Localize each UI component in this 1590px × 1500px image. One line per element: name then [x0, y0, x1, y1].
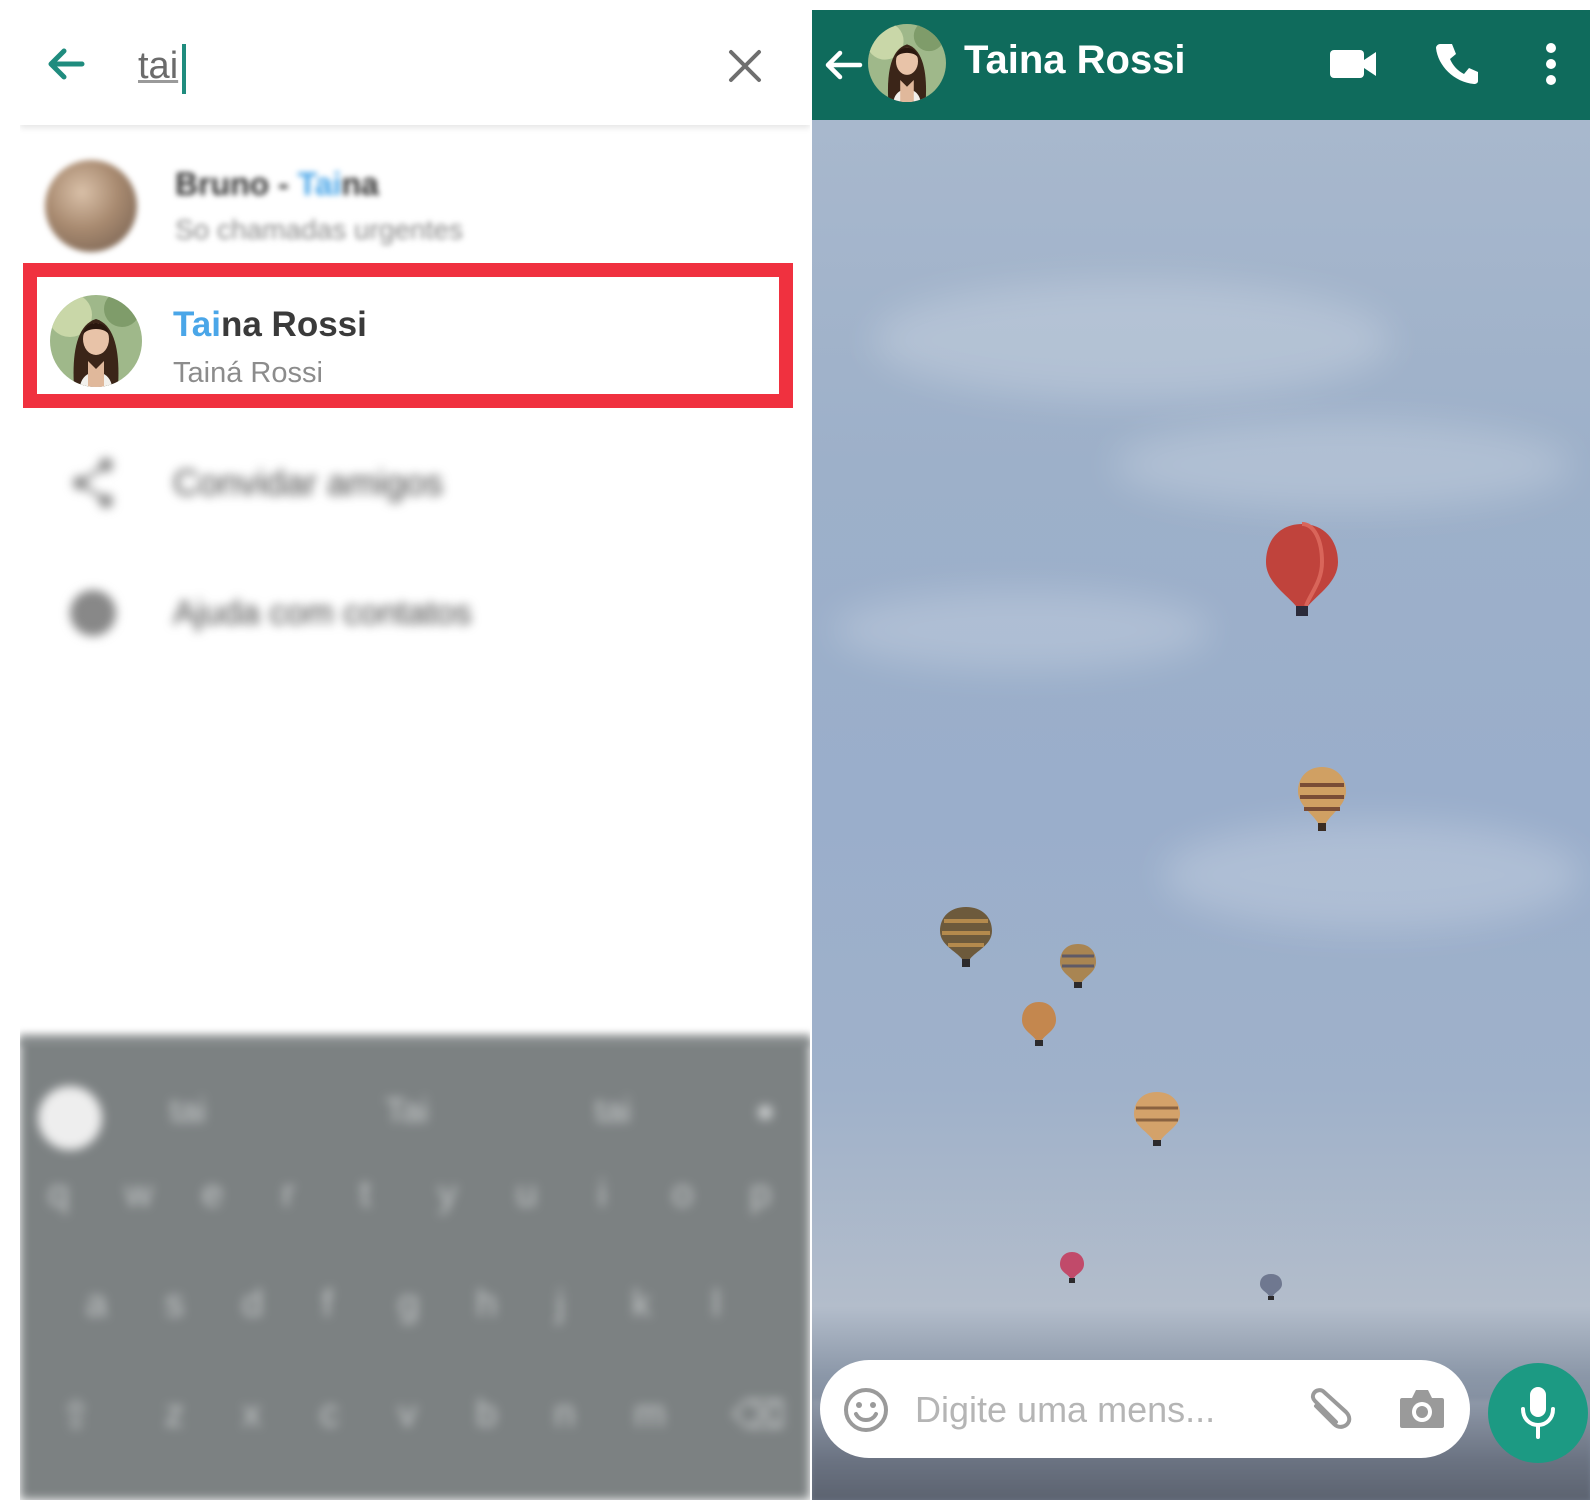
search-input[interactable] [138, 38, 698, 94]
help-contacts-item[interactable]: Ajuda com contatos [20, 582, 810, 662]
keyboard-key[interactable]: z [165, 1393, 184, 1436]
chat-wallpaper [812, 120, 1590, 1500]
camera-icon[interactable] [1398, 1386, 1446, 1432]
keyboard-key[interactable]: v [398, 1393, 417, 1436]
keyboard-key[interactable]: n [554, 1393, 575, 1436]
keyboard-row-3: ⇧ z x c v b n m ⌫ [20, 1393, 810, 1453]
keyboard-key[interactable]: l [712, 1283, 720, 1326]
screenshot-root: Bruno - Taina So chamadas urgentes Taina… [0, 0, 1590, 1500]
wallpaper-cloud [832, 590, 1212, 670]
keyboard-key[interactable]: g [398, 1283, 419, 1326]
keyboard-key[interactable]: m [634, 1393, 666, 1436]
contact-status: So chamadas urgentes [175, 214, 463, 245]
emoji-icon[interactable] [842, 1386, 890, 1434]
keyboard-key[interactable]: i [598, 1173, 606, 1216]
microphone-icon [1521, 1387, 1555, 1439]
keyboard-key[interactable]: p [750, 1173, 771, 1216]
keyboard-key[interactable]: d [242, 1283, 263, 1326]
avatar-portrait [868, 24, 946, 102]
balloon-image [1022, 1002, 1056, 1046]
phone-icon[interactable] [1434, 40, 1480, 86]
avatar [45, 160, 137, 252]
invite-friends-label: Convidar amigos [173, 462, 444, 503]
keyboard-key[interactable]: x [242, 1393, 261, 1436]
keyboard-row-2: a s d f g h j k l [20, 1283, 810, 1343]
keyboard-key[interactable]: w [125, 1173, 152, 1216]
paperclip-icon[interactable] [1304, 1384, 1354, 1434]
keyboard-suggestion-bar: tai Tai tai ● [20, 1068, 810, 1150]
more-vertical-icon[interactable] [1542, 40, 1560, 88]
mic-button[interactable] [1488, 1363, 1588, 1463]
chat-header: Taina Rossi [812, 10, 1590, 120]
balloon-image [1298, 767, 1346, 831]
keyboard-suggestion[interactable]: Tai [385, 1092, 428, 1131]
balloon-image [1060, 944, 1096, 988]
keyboard-mic-key[interactable]: ● [755, 1092, 776, 1131]
message-input[interactable] [915, 1386, 1275, 1434]
video-camera-icon[interactable] [1328, 46, 1378, 82]
text-caret [182, 44, 186, 94]
keyboard-row-1: q w e r t y u i o p [20, 1173, 810, 1233]
balloon-image [1060, 1252, 1084, 1283]
balloon-image [1266, 522, 1338, 616]
wallpaper-cloud [1112, 420, 1572, 510]
keyboard-key[interactable]: a [86, 1283, 107, 1326]
help-icon [70, 590, 116, 636]
wallpaper-cloud [1162, 820, 1582, 930]
keyboard-key[interactable]: y [438, 1173, 457, 1216]
keyboard-toolbar-icon[interactable] [38, 1086, 102, 1150]
keyboard-key[interactable]: h [476, 1283, 497, 1326]
keyboard-key[interactable]: t [360, 1173, 371, 1216]
keyboard-key[interactable]: j [556, 1283, 564, 1326]
wallpaper-cloud [872, 280, 1392, 400]
keyboard-key[interactable]: b [476, 1393, 497, 1436]
balloon-image [1134, 1092, 1180, 1146]
back-arrow-icon[interactable] [820, 42, 866, 88]
invite-friends-item[interactable]: Convidar amigos [20, 450, 810, 530]
close-icon[interactable] [725, 46, 765, 86]
search-bar [20, 10, 810, 125]
keyboard-suggestion[interactable]: tai [170, 1092, 206, 1131]
message-composer [820, 1360, 1470, 1458]
keyboard-suggestion[interactable]: tai [595, 1092, 631, 1131]
on-screen-keyboard[interactable]: tai Tai tai ● q w e r t y u i o p a s d [20, 1038, 810, 1500]
balloon-image [940, 907, 992, 967]
avatar[interactable] [868, 24, 946, 102]
keyboard-key[interactable]: f [322, 1283, 333, 1326]
keyboard-key[interactable]: k [632, 1283, 651, 1326]
share-icon [73, 458, 113, 508]
backspace-key[interactable]: ⌫ [732, 1393, 786, 1438]
highlight-box [23, 263, 793, 408]
contact-search-panel: Bruno - Taina So chamadas urgentes Tai n a… [20, 10, 810, 1500]
shift-key[interactable]: ⇧ [60, 1393, 92, 1438]
keyboard-key[interactable]: q [48, 1173, 69, 1216]
keyboard-key[interactable]: r [282, 1173, 295, 1216]
balloon-image [1260, 1274, 1282, 1300]
chat-contact-name[interactable]: Taina Rossi [964, 38, 1186, 83]
contact-name: Bruno - Taina [175, 166, 379, 202]
keyboard-key[interactable]: s [165, 1283, 184, 1326]
list-item[interactable]: Bruno - Taina So chamadas urgentes [20, 148, 810, 258]
keyboard-key[interactable]: u [516, 1173, 537, 1216]
keyboard-key[interactable]: e [202, 1173, 223, 1216]
keyboard-key[interactable]: o [672, 1173, 693, 1216]
keyboard-key[interactable]: c [320, 1393, 339, 1436]
back-arrow-icon[interactable] [42, 40, 90, 88]
help-contacts-label: Ajuda com contatos [173, 594, 472, 632]
chat-panel: Taina Rossi [812, 10, 1590, 1500]
